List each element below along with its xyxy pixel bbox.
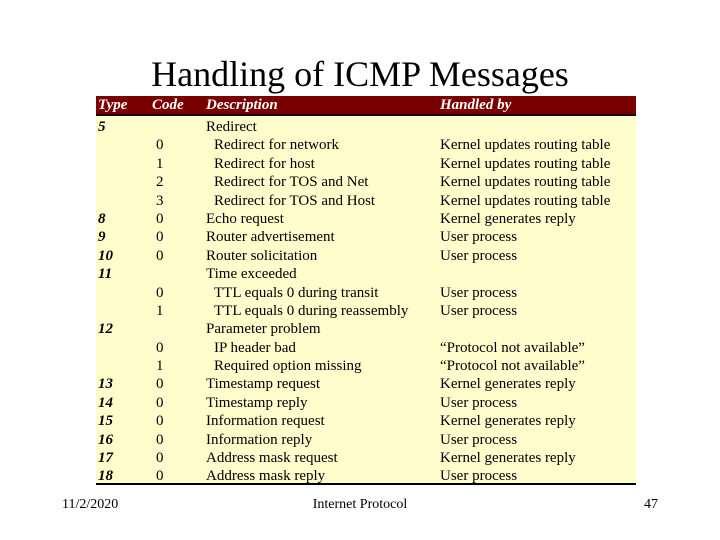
handled-by-cell: Kernel updates routing table [440,192,611,209]
description-cell: Required option missing [214,358,362,375]
handled-by-cell: Kernel updates routing table [440,174,611,191]
description-cell: IP header bad [214,339,296,356]
table-body: 5 Redirect 0 Redirect for network Kernel upd… [96,116,636,486]
type-cell: 17 [98,450,113,467]
handled-by-cell: User process [440,394,518,411]
handled-by-cell: User process [440,229,518,246]
description-cell: Information reply [206,431,313,448]
table-row: 12 Parameter problem [96,320,636,338]
handled-by-cell: “Protocol not available” [440,339,585,356]
code-cell: 0 [156,229,164,246]
handled-by-cell: Kernel updates routing table [440,137,611,154]
code-cell: 0 [156,468,164,485]
handled-by-cell: User process [440,431,518,448]
handled-by-cell: Kernel generates reply [440,450,576,467]
handled-by-cell: Kernel generates reply [440,210,576,227]
type-cell: 16 [98,431,113,448]
table-row: 14 0 Timestamp reply User process [96,394,636,412]
code-cell: 2 [156,174,164,191]
handled-by-cell: User process [440,284,518,301]
header-type: Type [98,97,128,113]
table-row: 0 Redirect for network Kernel updates rout… [96,136,636,154]
table-row: 1 Required option missing “Protocol not av… [96,357,636,375]
description-cell: TTL equals 0 during reassembly [214,302,409,319]
icmp-handling-table: Type Code Description Handled by 5 Redire… [96,96,636,485]
table-row: 0 TTL equals 0 during transit User process [96,284,636,302]
description-cell: TTL equals 0 during transit [214,284,379,301]
code-cell: 0 [156,394,164,411]
description-cell: Information request [206,413,325,430]
type-cell: 15 [98,413,113,430]
type-cell: 12 [98,321,113,338]
description-cell: Redirect for host [214,155,315,172]
table-row: 8 0 Echo request Kernel generates reply [96,210,636,228]
description-cell: Redirect [206,119,257,135]
table-row: 11 Time exceeded [96,265,636,283]
handled-by-cell: User process [440,247,518,264]
table-row: 18 0 Address mask reply User process [96,467,636,485]
description-cell: Timestamp request [206,376,321,393]
handled-by-cell: “Protocol not available” [440,358,585,375]
code-cell: 0 [156,284,164,301]
type-cell: 13 [98,376,113,393]
code-cell: 1 [156,302,164,319]
table-row: 16 0 Information reply User process [96,431,636,449]
type-cell: 14 [98,394,113,411]
table-row: 10 0 Router solicitation User process [96,247,636,265]
description-cell: Echo request [206,210,284,227]
description-cell: Redirect for network [214,137,339,154]
code-cell: 0 [156,376,164,393]
footer-title: Internet Protocol [312,497,408,512]
table-row: 2 Redirect for TOS and Net Kernel updates … [96,173,636,191]
code-cell: 0 [156,413,164,430]
header-handled-by: Handled by [440,97,512,113]
table-header: Type Code Description Handled by [96,96,636,116]
table-row: 0 IP header bad “Protocol not available” [96,339,636,357]
table-row: 5 Redirect [96,118,636,136]
description-cell: Parameter problem [206,321,321,338]
code-cell: 0 [156,450,164,467]
description-cell: Router advertisement [206,229,335,246]
description-cell: Redirect for TOS and Net [214,174,369,191]
code-cell: 0 [156,247,164,264]
code-cell: 1 [156,358,164,375]
table-row: 15 0 Information request Kernel generates r… [96,412,636,430]
handled-by-cell: User process [440,302,518,319]
type-cell: 11 [98,266,113,283]
handled-by-cell: User process [440,468,518,485]
slide-title: Handling of ICMP Messages [151,54,569,94]
table-row: 9 0 Router advertisement User process [96,228,636,246]
table-row: 1 Redirect for host Kernel updates routing… [96,155,636,173]
code-cell: 0 [156,210,164,227]
type-cell: 9 [98,229,106,246]
code-cell: 0 [156,431,164,448]
table-row: 1 TTL equals 0 during reassembly User proc… [96,302,636,320]
description-cell: Router solicitation [206,247,318,264]
description-cell: Address mask request [206,450,338,467]
code-cell: 1 [156,155,164,172]
header-code: Code [152,97,184,113]
code-cell: 3 [156,192,164,209]
header-description: Description [206,97,278,113]
handled-by-cell: Kernel updates routing table [440,155,611,172]
table-row: 17 0 Address mask request Kernel generates … [96,449,636,467]
description-cell: Redirect for TOS and Host [214,192,376,209]
page-number: 47 [644,497,658,512]
code-cell: 0 [156,339,164,356]
description-cell: Timestamp reply [206,394,308,411]
table-row: 13 0 Timestamp request Kernel generates rep… [96,375,636,393]
type-cell: 10 [98,247,113,264]
handled-by-cell: Kernel generates reply [440,376,576,393]
type-cell: 18 [98,468,113,485]
type-cell: 5 [98,119,106,135]
table-row: 3 Redirect for TOS and Host Kernel updates… [96,192,636,210]
description-cell: Time exceeded [206,266,297,283]
handled-by-cell: Kernel generates reply [440,413,576,430]
description-cell: Address mask reply [206,468,326,485]
type-cell: 8 [98,210,106,227]
code-cell: 0 [156,137,164,154]
